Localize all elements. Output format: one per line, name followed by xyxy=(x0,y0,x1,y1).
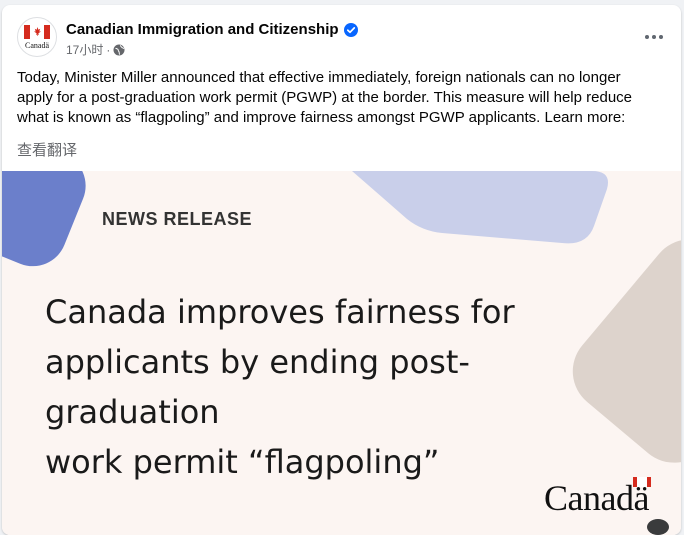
canada-flag-icon xyxy=(24,24,50,39)
avatar-wordmark: Canadä xyxy=(25,40,49,50)
headline-line-1: Canada improves fairness for xyxy=(45,293,515,331)
post-timestamp[interactable]: 17小时 xyxy=(66,41,103,58)
post-meta: 17小时 · xyxy=(66,41,125,58)
page-name-link[interactable]: Canadian Immigration and Citizenship xyxy=(66,21,339,38)
image-options-icon[interactable] xyxy=(647,519,669,535)
facebook-post: Canadä Canadian Immigration and Citizens… xyxy=(2,5,681,535)
post-image[interactable]: NEWS RELEASE Canada improves fairness fo… xyxy=(2,171,681,535)
page-name-header: Canadian Immigration and Citizenship xyxy=(66,21,358,38)
more-options-icon[interactable] xyxy=(639,25,669,49)
news-release-label: NEWS RELEASE xyxy=(102,209,253,229)
see-translation-link[interactable]: 查看翻译 xyxy=(17,139,77,160)
globe-icon[interactable] xyxy=(113,44,125,56)
post-body-text: Today, Minister Miller announced that ef… xyxy=(17,69,632,126)
wordmark-flag-icon xyxy=(633,477,651,487)
verified-badge-icon xyxy=(343,22,358,37)
image-headline: Canada improves fairness for applicants … xyxy=(45,287,625,487)
page-avatar[interactable]: Canadä xyxy=(17,17,57,57)
headline-line-2: applicants by ending post-graduation xyxy=(45,343,470,431)
headline-line-3: work permit “flagpoling” xyxy=(45,443,440,481)
meta-separator: · xyxy=(106,42,111,57)
